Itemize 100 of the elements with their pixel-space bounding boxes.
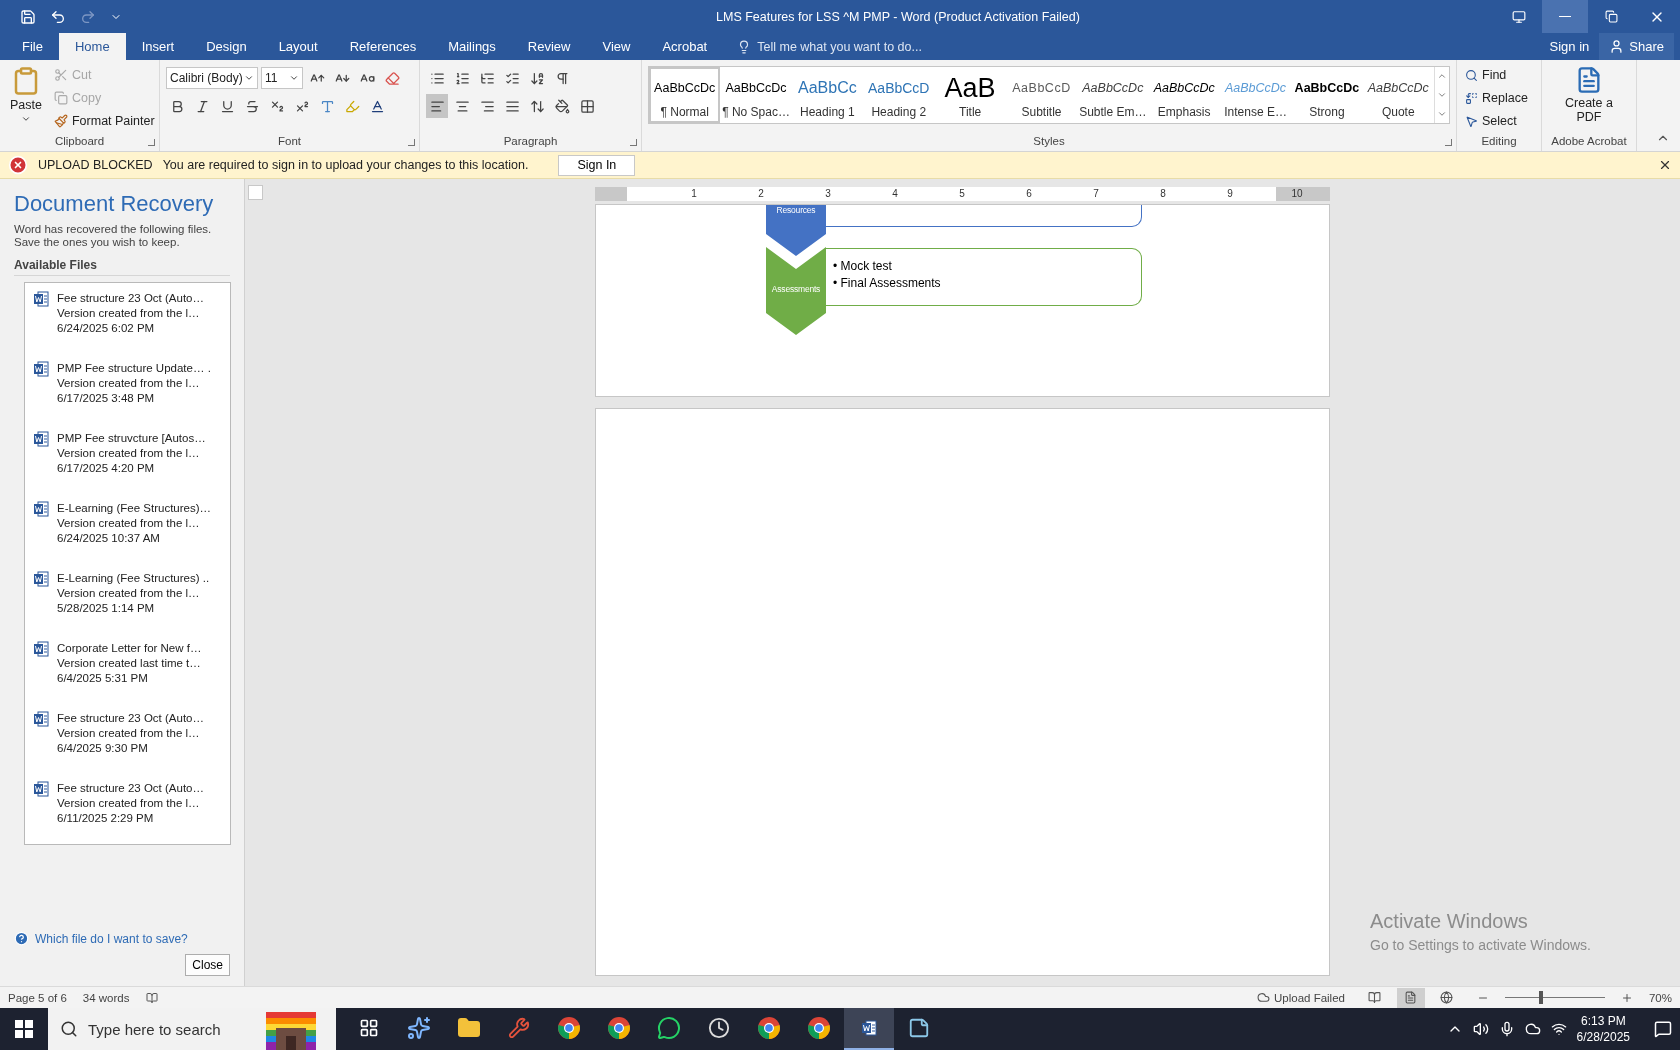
share-button[interactable]: Share xyxy=(1599,33,1674,60)
file-name: E-Learning (Fee Structures) .. xyxy=(57,571,210,586)
style-gallery-item[interactable]: AaBbCcDc ¶ Normal xyxy=(649,67,721,123)
font-size-field[interactable]: 11 xyxy=(261,67,303,89)
file-name: Fee structure 23 Oct (Auto… xyxy=(57,781,204,796)
group-label: Styles xyxy=(1032,134,1066,149)
sparkle-icon xyxy=(407,1016,431,1040)
style-name: Intense E… xyxy=(1224,105,1287,119)
ribbon-tab[interactable]: Insert xyxy=(125,33,191,60)
word-file-icon xyxy=(33,361,49,377)
ribbon-tab[interactable]: References xyxy=(333,33,433,60)
ruler-number: 1 xyxy=(691,187,697,201)
upload-status[interactable]: Upload Failed xyxy=(1274,991,1345,1004)
paste-button[interactable]: Paste xyxy=(6,64,46,133)
web-view-icon xyxy=(1440,991,1454,1004)
create-pdf-button[interactable]: Create a PDF xyxy=(1559,64,1619,126)
group-label: Adobe Acrobat xyxy=(1550,134,1628,149)
group-label: Paragraph xyxy=(502,134,559,149)
save-icon[interactable] xyxy=(20,8,36,25)
shading-icon xyxy=(554,98,570,114)
proofing-icon[interactable] xyxy=(145,991,158,1004)
word-count[interactable]: 34 words xyxy=(82,991,130,1004)
recovered-file[interactable]: PMP Fee struvcture [Autos… Version created from the l… 6/17/2025 4:20 PM xyxy=(25,427,230,497)
ruler-number: 2 xyxy=(758,187,764,201)
recovered-file[interactable]: PMP Fee structure Update… . Version created from the l… 6/17/2025 3:48 PM xyxy=(25,357,230,427)
bullet-text: • Mock test xyxy=(833,258,893,275)
sign-in-button[interactable]: Sign In xyxy=(558,154,636,176)
help-link[interactable]: Which file do I want to save? xyxy=(14,931,230,946)
zoom-level[interactable]: 70% xyxy=(1648,991,1672,1004)
file-detail: Version created from the l… xyxy=(57,796,201,811)
command-icon xyxy=(53,68,68,82)
replace-icon xyxy=(1465,91,1478,105)
ribbon-tab[interactable]: Home xyxy=(58,33,126,60)
chevron-label: Assessments xyxy=(770,284,822,294)
highlight-icon xyxy=(344,98,360,114)
tell-me-field[interactable]: Tell me what you want to do... xyxy=(737,33,922,60)
taskbar-search-field[interactable]: Type here to search xyxy=(48,1008,246,1050)
clock[interactable]: 6:13 PM 6/28/2025 xyxy=(1576,1013,1630,1045)
file-date: 5/28/2025 1:14 PM xyxy=(57,601,156,616)
page-count[interactable]: Page 5 of 6 xyxy=(8,991,67,1004)
style-name: Subtitle xyxy=(1021,105,1062,119)
cloud-icon[interactable] xyxy=(1524,1021,1541,1037)
style-name: Heading 2 xyxy=(871,105,927,119)
clipboard-command[interactable]: Format Painter xyxy=(51,110,157,132)
style-preview: AaBbCcDc xyxy=(1367,80,1429,97)
file-date: 6/4/2025 9:30 PM xyxy=(57,741,149,756)
ribbon-tab[interactable]: File xyxy=(6,33,59,60)
font-name-field[interactable]: Calibri (Body) xyxy=(166,67,258,89)
editing-command[interactable]: Find xyxy=(1463,64,1535,86)
multilevel-list-icon xyxy=(479,70,495,86)
sign-in-link[interactable]: Sign in xyxy=(1539,33,1600,60)
speaker-icon[interactable] xyxy=(1472,1021,1489,1037)
read-view-icon xyxy=(1368,991,1382,1004)
borders-icon xyxy=(579,98,595,114)
zoom-thumb[interactable] xyxy=(1538,991,1543,1004)
taskbar-app[interactable] xyxy=(844,1008,894,1050)
ribbon-tab[interactable]: Review xyxy=(511,33,587,60)
network-icon[interactable] xyxy=(1550,1021,1567,1037)
recovered-file[interactable]: Fee structure 23 Oct (Auto… Version created from the l… 6/11/2025 2:29 PM xyxy=(25,777,230,847)
view-button[interactable] xyxy=(1396,987,1425,1008)
ruler-number: 8 xyxy=(1160,187,1166,201)
style-name: Heading 1 xyxy=(800,105,855,119)
search-placeholder: Type here to search xyxy=(88,1020,221,1038)
find-icon xyxy=(1465,68,1478,82)
chrome-icon xyxy=(757,1016,781,1040)
center-icon xyxy=(454,98,470,114)
file-name: Corporate Letter for New f… xyxy=(57,641,202,656)
dropdown-icon xyxy=(244,73,254,83)
recovered-file[interactable]: E-Learning (Fee Structures) .. Version created from the l… 5/28/2025 1:14 PM xyxy=(25,567,230,637)
ribbon-tab[interactable]: View xyxy=(586,33,647,60)
notepad-icon xyxy=(908,1017,930,1039)
word-file-icon xyxy=(33,501,49,517)
select-icon xyxy=(1465,114,1478,128)
editing-command[interactable]: Replace xyxy=(1463,87,1535,109)
clock-time: 6:13 PM xyxy=(1580,1013,1626,1029)
close-pane-button[interactable]: Close xyxy=(185,954,230,976)
recovered-file[interactable]: Fee structure 23 Oct (Auto… Version created from the l… 6/24/2025 6:02 PM xyxy=(25,287,230,357)
recovered-file[interactable]: E-Learning (Fee Structures)… Version created from the l… 6/24/2025 10:37 AM xyxy=(25,497,230,567)
scroll-down-icon[interactable] xyxy=(1436,90,1447,100)
ribbon-tab[interactable]: Mailings xyxy=(432,33,512,60)
error-icon xyxy=(8,155,28,175)
style-preview: AaBbCcDc xyxy=(725,80,787,97)
recovered-file[interactable]: Corporate Letter for New f… Version created last time t… 6/4/2025 5:31 PM xyxy=(25,637,230,707)
file-date: 6/11/2025 2:29 PM xyxy=(57,811,155,826)
notifications-icon[interactable] xyxy=(1654,1020,1672,1038)
numbering-icon xyxy=(454,70,470,86)
editing-command[interactable]: Select xyxy=(1463,110,1535,132)
undo-icon[interactable] xyxy=(50,8,66,25)
zoom-in-icon[interactable] xyxy=(1620,991,1633,1004)
style-preview: AaBbCc xyxy=(798,78,857,98)
help-icon xyxy=(14,931,29,946)
close-icon[interactable] xyxy=(1658,158,1672,172)
ribbon-tab[interactable]: Design xyxy=(190,33,263,60)
style-preview: AaBbCcDc xyxy=(654,80,716,97)
ribbon-tab[interactable]: Layout xyxy=(262,33,334,60)
recovered-file[interactable]: Fee structure 23 Oct (Auto… Version created from the l… 6/4/2025 9:30 PM xyxy=(25,707,230,777)
file-detail: Version created last time t… xyxy=(57,656,202,671)
chrome-icon xyxy=(607,1016,631,1040)
style-preview: AaBbCcD xyxy=(868,79,930,98)
ribbon-tab[interactable]: Acrobat xyxy=(646,33,724,60)
